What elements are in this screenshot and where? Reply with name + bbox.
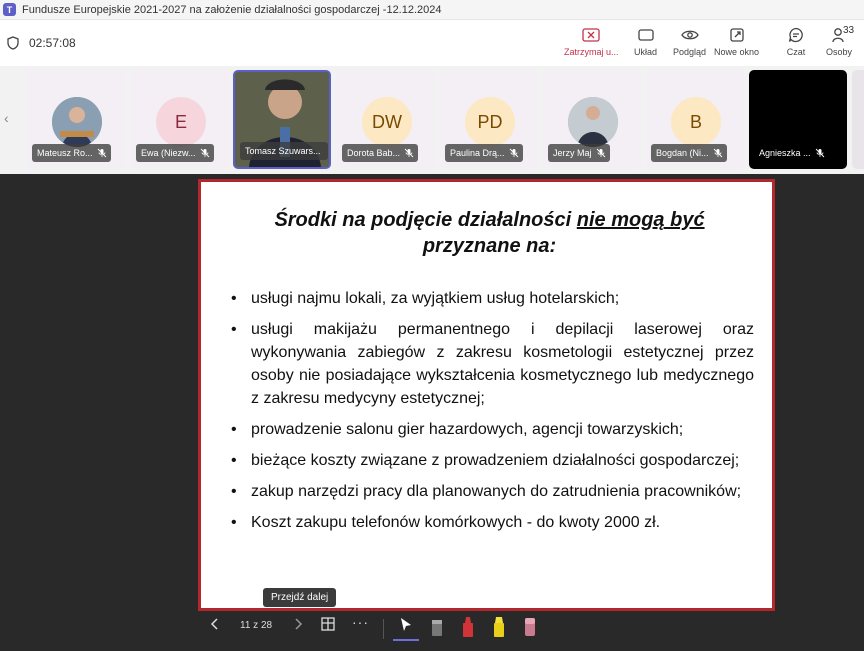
new-window-label: Nowe okno (714, 47, 760, 57)
laser-pointer-button[interactable] (399, 617, 413, 636)
highlighter-icon (494, 617, 504, 637)
participant-tile[interactable]: Jerzy Maj (543, 70, 641, 169)
chevron-right-icon (295, 618, 303, 630)
slide-bullet: bieżące koszty związane z prowadzeniem d… (231, 449, 754, 472)
participant-photo (52, 97, 102, 147)
slide-title: Środki na podjęcie działalności nie mogą… (231, 207, 748, 259)
stop-share-icon (581, 26, 601, 44)
chat-button[interactable]: Czat (786, 26, 806, 57)
meeting-timer: 02:57:08 (29, 36, 76, 50)
mic-muted-icon (404, 148, 414, 158)
slide-title-part-a: Środki na podjęcie działalności (274, 209, 577, 231)
participant-avatar: DW (362, 97, 412, 147)
participant-name: Mateusz Ro... (32, 144, 111, 162)
layout-icon (636, 26, 656, 44)
layout-label: Układ (634, 47, 658, 57)
title-bar: T Fundusze Europejskie 2021-2027 na zało… (0, 0, 864, 20)
slide-bullet: usługi makijażu permanentnego i depilacj… (231, 318, 754, 410)
red-pen-button[interactable] (461, 616, 475, 641)
participant-avatar: B (671, 97, 721, 147)
participant-tile[interactable]: DW Dorota Bab... (337, 70, 435, 169)
participant-tile[interactable]: Agnieszka ... (749, 70, 847, 169)
pointer-active-indicator (393, 639, 419, 641)
people-count: 33 (843, 25, 855, 36)
next-slide-button[interactable] (293, 617, 303, 634)
participant-name: Agnieszka ... (754, 144, 829, 162)
more-options-button[interactable]: ··· (352, 614, 369, 630)
preview-button[interactable]: Podgląd (673, 26, 706, 57)
pointer-icon (401, 618, 411, 631)
pop-out-icon (727, 26, 747, 44)
meeting-toolbar: 02:57:08 Zatrzymaj u... Układ Podgląd No… (0, 20, 864, 66)
stop-sharing-button[interactable]: Zatrzymaj u... (564, 26, 619, 57)
participant-tile[interactable]: Mateusz Ro... (27, 70, 125, 169)
slide-bullet: Koszt zakupu telefonów komórkowych - do … (231, 511, 754, 534)
teams-logo-icon: T (3, 3, 16, 16)
slide-bullet: prowadzenie salonu gier hazardowych, age… (231, 418, 754, 441)
mic-muted-icon (509, 148, 518, 158)
previous-slide-button[interactable] (210, 617, 220, 634)
slide-bullet-list: usługi najmu lokali, za wyjątkiem usług … (231, 287, 754, 542)
slide-counter: 11 z 28 (240, 620, 273, 631)
participant-avatar: PD (465, 97, 515, 147)
new-window-button[interactable]: Nowe okno (714, 26, 759, 57)
slide-title-emphasis: nie mogą być (576, 209, 705, 231)
controls-divider (383, 619, 384, 639)
mic-muted-icon (97, 148, 106, 158)
presentation-slide: Środki na podjęcie działalności nie mogą… (198, 179, 775, 611)
participant-name: Tomasz Szuwars... (240, 142, 328, 160)
preview-label: Podgląd (673, 47, 707, 57)
layout-button[interactable]: Układ (634, 26, 657, 57)
mic-muted-icon (200, 148, 209, 158)
chevron-left-icon (210, 618, 218, 630)
participant-name: Dorota Bab... (342, 144, 419, 162)
participant-tile-partial[interactable] (852, 70, 864, 169)
chevron-left-icon[interactable]: ‹ (4, 110, 9, 126)
participant-photo (568, 97, 618, 147)
participant-avatar: E (156, 97, 206, 147)
participant-name: Paulina Drą... (445, 144, 523, 162)
participant-name: Ewa (Niezw... (136, 144, 214, 162)
slides-grid-icon (321, 617, 335, 631)
participant-name: Jerzy Maj (548, 144, 610, 162)
window-title: Fundusze Europejskie 2021-2027 na założe… (22, 3, 442, 16)
pink-eraser-icon (525, 618, 535, 636)
chat-icon (786, 26, 806, 44)
people-button[interactable]: 33 Osoby (826, 25, 854, 57)
participant-tile[interactable]: PD Paulina Drą... (440, 70, 538, 169)
stop-sharing-label: Zatrzymaj u... (564, 47, 619, 57)
eraser-icon (432, 620, 442, 636)
participant-tile-active[interactable]: Tomasz Szuwars... (233, 70, 331, 169)
presenter-controls: 11 z 28 ··· (0, 613, 864, 641)
chat-label: Czat (786, 47, 806, 57)
people-icon: 33 (829, 25, 854, 44)
eye-icon (680, 26, 700, 44)
mic-muted-icon (815, 148, 824, 158)
shield-icon (7, 36, 19, 50)
next-slide-tooltip: Przejdź dalej (263, 588, 337, 607)
slide-bullet: zakup narzędzi pracy dla planowanych do … (231, 480, 754, 503)
mic-muted-icon (596, 148, 605, 158)
highlighter-button[interactable] (492, 616, 506, 641)
red-pen-icon (463, 617, 473, 637)
participants-strip: ‹ Mateusz Ro... E Ewa (Niezw... Tomasz S… (0, 66, 864, 174)
participant-tile[interactable]: B Bogdan (Ni... (646, 70, 744, 169)
people-label: Osoby (826, 47, 853, 57)
pink-eraser-button[interactable] (523, 616, 537, 641)
presentation-stage: Środki na podjęcie działalności nie mogą… (0, 174, 864, 651)
grid-view-button[interactable] (321, 617, 335, 634)
participant-name: Bogdan (Ni... (651, 144, 727, 162)
mic-muted-icon (713, 148, 722, 158)
slide-title-part-c: przyznane na: (422, 235, 557, 257)
eraser-tool-button[interactable] (430, 616, 444, 641)
slide-bullet: usługi najmu lokali, za wyjątkiem usług … (231, 287, 754, 310)
participant-tile[interactable]: E Ewa (Niezw... (131, 70, 229, 169)
